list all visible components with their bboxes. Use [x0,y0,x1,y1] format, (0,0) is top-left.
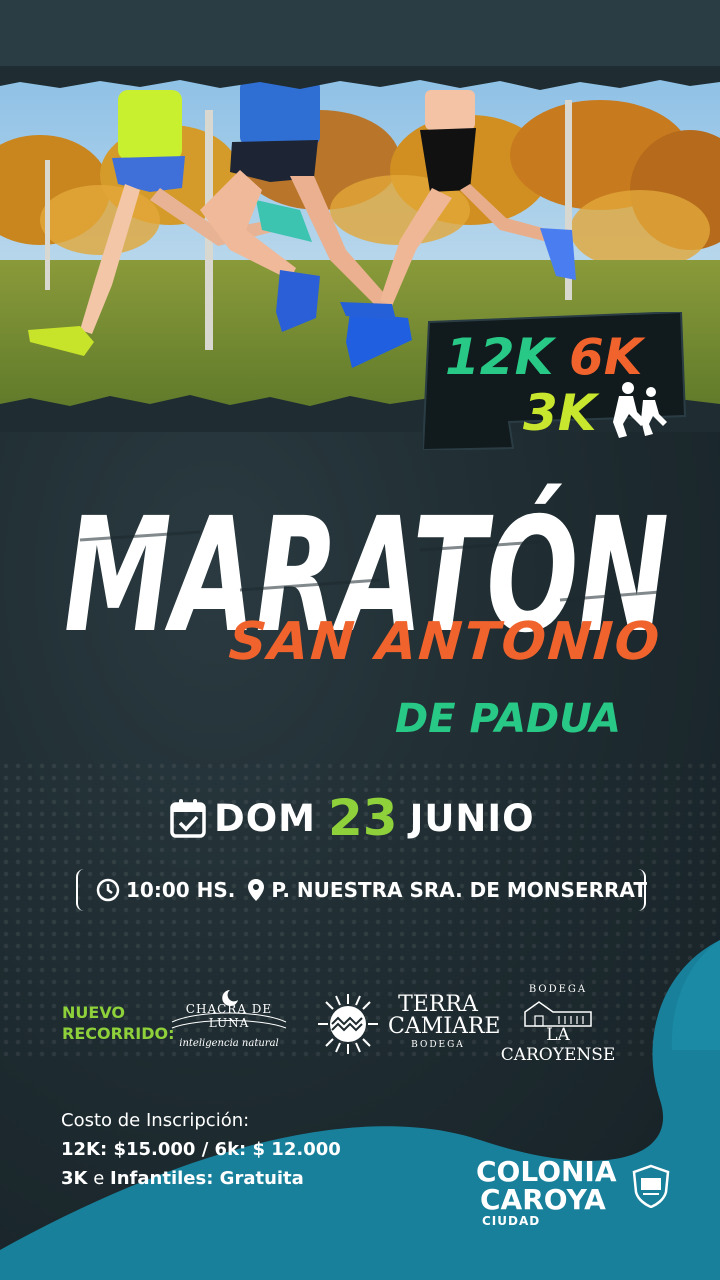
cost-3k: 3K [61,1168,88,1189]
clock-icon [96,878,120,902]
sponsor-tagline: BODEGA [528,984,588,995]
sponsor-name: CHACRA DE LUNA [185,1002,273,1030]
sponsor-name: TERRA CAMIARE [388,992,501,1039]
logo-line3: CIUDAD [482,1214,541,1228]
sponsor-chacra-de-luna: CHACRA DE LUNA inteligencia natural [168,988,290,1058]
sponsor-name: LA CAROYENSE [500,1025,616,1065]
location-pin-icon [248,879,265,901]
new-route-label: NUEVO RECORRIDO: [62,1002,174,1044]
event-place: P. NUESTRA SRA. DE MONSERRAT [271,878,647,902]
poster: 12K 6K 3K MARATÓN SAN ANTONIO DE PADUA [0,0,720,1280]
cost-kids: Infantiles: Gratuita [110,1168,304,1189]
date-month: JUNIO [409,796,535,840]
cost-line2: 3K e Infantiles: Gratuita [61,1164,341,1193]
winery-building-icon [524,1001,592,1027]
date-day: 23 [328,789,398,847]
sponsor-tagline: inteligencia natural [179,1038,279,1049]
new-route-line1: NUEVO [62,1003,126,1022]
sun-emblem-icon [318,994,378,1054]
date-weekday: DOM [214,796,316,840]
new-route-line2: RECORRIDO: [62,1024,175,1043]
registration-cost: Costo de Inscripción: 12K: $15.000 / 6k:… [61,1106,341,1193]
colonia-caroya-logo: COLONIA CAROYA CIUDAD [476,1158,676,1238]
distance-12k: 12K [445,328,557,386]
distance-badge: 12K 6K 3K [423,312,687,450]
event-time: 10:00 HS. [126,878,236,902]
sponsor-tagline: BODEGA [411,1040,465,1050]
sponsor-terra-camiare: TERRA CAMIARE BODEGA [316,992,501,1056]
city-shield-icon [632,1164,670,1208]
distance-6k: 6K [569,328,646,386]
title-san-antonio: SAN ANTONIO [226,612,663,672]
event-info: 10:00 HS. P. NUESTRA SRA. DE MONSERRAT [96,873,647,907]
calendar-check-icon [170,799,206,838]
distance-3k: 3K [523,384,600,442]
torn-edge-top [0,66,720,90]
cost-line1: 12K: $15.000 / 6k: $ 12.000 [61,1139,341,1160]
title-de-padua: DE PADUA [395,696,621,742]
cost-and: e [93,1168,105,1189]
cost-heading: Costo de Inscripción: [61,1110,250,1131]
event-date: DOM 23 JUNIO [170,789,535,847]
sponsor-la-caroyense: BODEGA LA CAROYENSE [500,984,616,1065]
